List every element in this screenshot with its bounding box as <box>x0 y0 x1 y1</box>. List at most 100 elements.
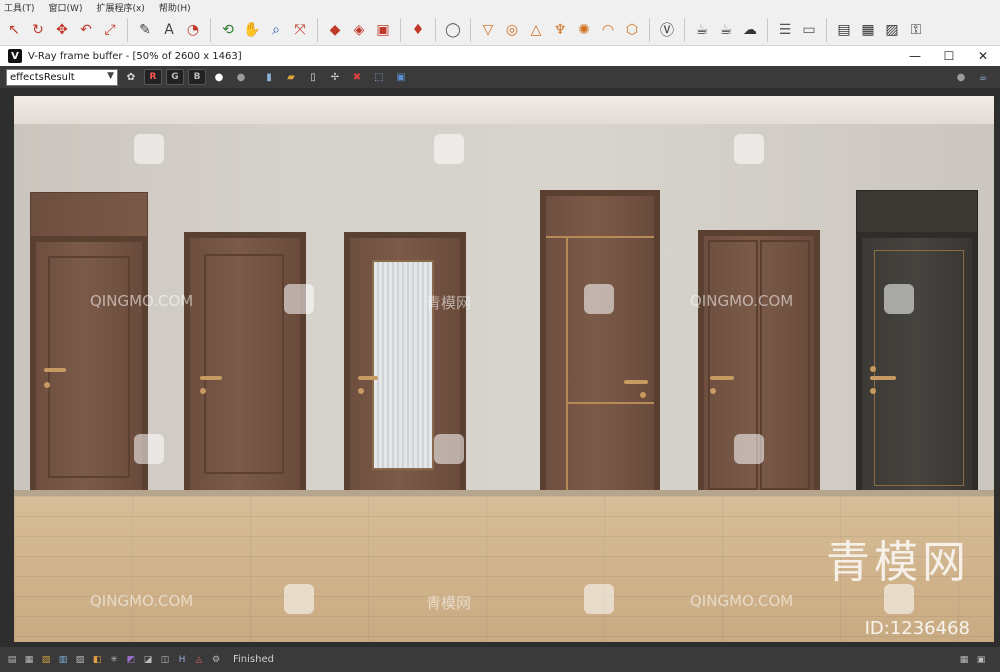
rotate-icon[interactable]: ↻ <box>27 19 49 41</box>
pin-icon[interactable]: ▦ <box>958 654 970 666</box>
warehouse-icon[interactable]: ▣ <box>372 19 394 41</box>
ocio-icon[interactable]: ◫ <box>159 654 171 666</box>
curves-icon[interactable]: ▨ <box>74 654 86 666</box>
watermark-logo-icon <box>584 284 614 314</box>
window-controls: — ☐ ✕ <box>898 46 1000 66</box>
menu-item[interactable]: 扩展程序(x) <box>96 1 144 14</box>
pan-icon[interactable]: ✋ <box>241 19 263 41</box>
levels-icon[interactable]: ▥ <box>57 654 69 666</box>
lens-icon[interactable]: ▦ <box>23 654 35 666</box>
proxy-icon[interactable]: ⬡ <box>621 19 643 41</box>
ies-icon[interactable]: ♆ <box>549 19 571 41</box>
dome-icon[interactable]: ◠ <box>597 19 619 41</box>
lock-icon[interactable]: ⚿ <box>905 19 927 41</box>
door-5-right-panel <box>760 240 810 490</box>
select-icon[interactable]: ↖ <box>3 19 25 41</box>
white-dot-icon[interactable]: ● <box>210 69 228 85</box>
door-2-panel <box>204 254 284 474</box>
door-6 <box>862 238 972 494</box>
door-2-lock <box>200 388 206 394</box>
zoom-extents-icon[interactable]: ⤧ <box>289 19 311 41</box>
door-6-lock-top <box>870 366 876 372</box>
image-icon[interactable]: ▨ <box>881 19 903 41</box>
vfb-title-bar[interactable]: V V-Ray frame buffer - [50% of 2600 x 14… <box>0 46 1000 66</box>
move-icon[interactable]: ✥ <box>51 19 73 41</box>
vray-logo-icon[interactable]: Ⓥ <box>656 19 678 41</box>
door-5-lock <box>710 388 716 394</box>
light-icon[interactable]: ▽ <box>477 19 499 41</box>
cloud-icon[interactable]: ☁ <box>739 19 761 41</box>
user-icon[interactable]: ◯ <box>442 19 464 41</box>
batch-icon[interactable]: ☰ <box>774 19 796 41</box>
watermark-logo-icon <box>734 134 764 164</box>
vfb-icon[interactable]: ▦ <box>857 19 879 41</box>
window-icon[interactable]: ▤ <box>833 19 855 41</box>
zoom-icon[interactable]: ⌕ <box>265 19 287 41</box>
clear-icon[interactable]: ✖ <box>348 69 366 85</box>
h-icon[interactable]: H <box>176 654 188 666</box>
text-icon[interactable]: A <box>158 19 180 41</box>
teapot-icon[interactable]: ☕ <box>691 19 713 41</box>
render-viewport[interactable]: QINGMO.COM 青模网 QINGMO.COM QINGMO.COM 青模网… <box>0 88 1000 647</box>
maximize-button[interactable]: ☐ <box>932 46 966 66</box>
render-icon[interactable]: ☕ <box>715 19 737 41</box>
exposure-icon[interactable]: ◧ <box>91 654 103 666</box>
door-2 <box>190 238 300 494</box>
minimize-button[interactable]: — <box>898 46 932 66</box>
watermark-logo-icon <box>584 584 614 614</box>
menu-item[interactable]: 帮助(H) <box>159 1 191 14</box>
statusbar-right: ▦ ▣ <box>958 654 992 666</box>
frame-icon[interactable]: ▭ <box>798 19 820 41</box>
display-icon[interactable]: ▣ <box>392 69 410 85</box>
lut-icon[interactable]: ◪ <box>142 654 154 666</box>
history-icon[interactable]: ▤ <box>6 654 18 666</box>
door-4-handle <box>624 380 648 384</box>
channel-dropdown-value: effectsResult <box>10 71 75 83</box>
render-region-icon[interactable]: ⬚ <box>370 69 388 85</box>
undo-icon[interactable]: ↶ <box>75 19 97 41</box>
tape-icon[interactable]: ◔ <box>182 19 204 41</box>
door-3-lock <box>358 388 364 394</box>
color-picker-icon[interactable]: ✿ <box>122 69 140 85</box>
white-balance-icon[interactable]: ✳ <box>108 654 120 666</box>
sun-icon[interactable]: ✺ <box>573 19 595 41</box>
orbit-icon[interactable]: ⟲ <box>217 19 239 41</box>
watermark-logo-icon <box>134 434 164 464</box>
watermark-logo-icon <box>434 434 464 464</box>
menu-item[interactable]: 工具(T) <box>4 1 35 14</box>
clipboard-icon[interactable]: ▯ <box>304 69 322 85</box>
menu-item[interactable]: 窗口(W) <box>49 1 83 14</box>
color-icon[interactable]: ▧ <box>40 654 52 666</box>
channel-dropdown[interactable]: effectsResult ▼ <box>6 68 118 86</box>
watermark-logo-icon <box>134 134 164 164</box>
watermark-logo-icon <box>284 584 314 614</box>
watermark-brand: 青模网 <box>826 537 970 588</box>
red-channel-button[interactable]: R <box>144 69 162 85</box>
door-3-glass <box>372 260 434 470</box>
green-channel-button[interactable]: G <box>166 69 184 85</box>
stamp-icon[interactable]: ◬ <box>193 654 205 666</box>
info-icon[interactable]: ▣ <box>975 654 987 666</box>
material-icon[interactable]: ◈ <box>348 19 370 41</box>
component-icon[interactable]: ◆ <box>324 19 346 41</box>
door-4-inlay-bottom <box>566 402 654 404</box>
paint-icon[interactable]: ✎ <box>134 19 156 41</box>
gray-dot-icon[interactable]: ● <box>232 69 250 85</box>
scale-icon[interactable]: ⤢ <box>99 19 121 41</box>
spot-icon[interactable]: △ <box>525 19 547 41</box>
settings-icon[interactable]: ⚙ <box>210 654 222 666</box>
ruby-icon[interactable]: ♦ <box>407 19 429 41</box>
watermark-logo-icon <box>734 434 764 464</box>
open-icon[interactable]: ▰ <box>282 69 300 85</box>
sphere-icon[interactable]: ● <box>952 69 970 85</box>
close-button[interactable]: ✕ <box>966 46 1000 66</box>
blue-channel-button[interactable]: B <box>188 69 206 85</box>
toolbar-separator <box>210 17 211 42</box>
sphere-light-icon[interactable]: ◎ <box>501 19 523 41</box>
door-4-inlay-side <box>566 236 568 494</box>
screen: 工具(T) 窗口(W) 扩展程序(x) 帮助(H) ↖ ↻ ✥ ↶ ⤢ ✎ A ◔ ⟲ ✋ ⌕ ⤧ ◆ ◈ ▣ ♦ ◯… <box>0 0 1000 672</box>
hsl-icon[interactable]: ◩ <box>125 654 137 666</box>
track-mouse-icon[interactable]: ✢ <box>326 69 344 85</box>
teapot-render-icon[interactable]: ☕ <box>974 69 992 85</box>
save-icon[interactable]: ▮ <box>260 69 278 85</box>
